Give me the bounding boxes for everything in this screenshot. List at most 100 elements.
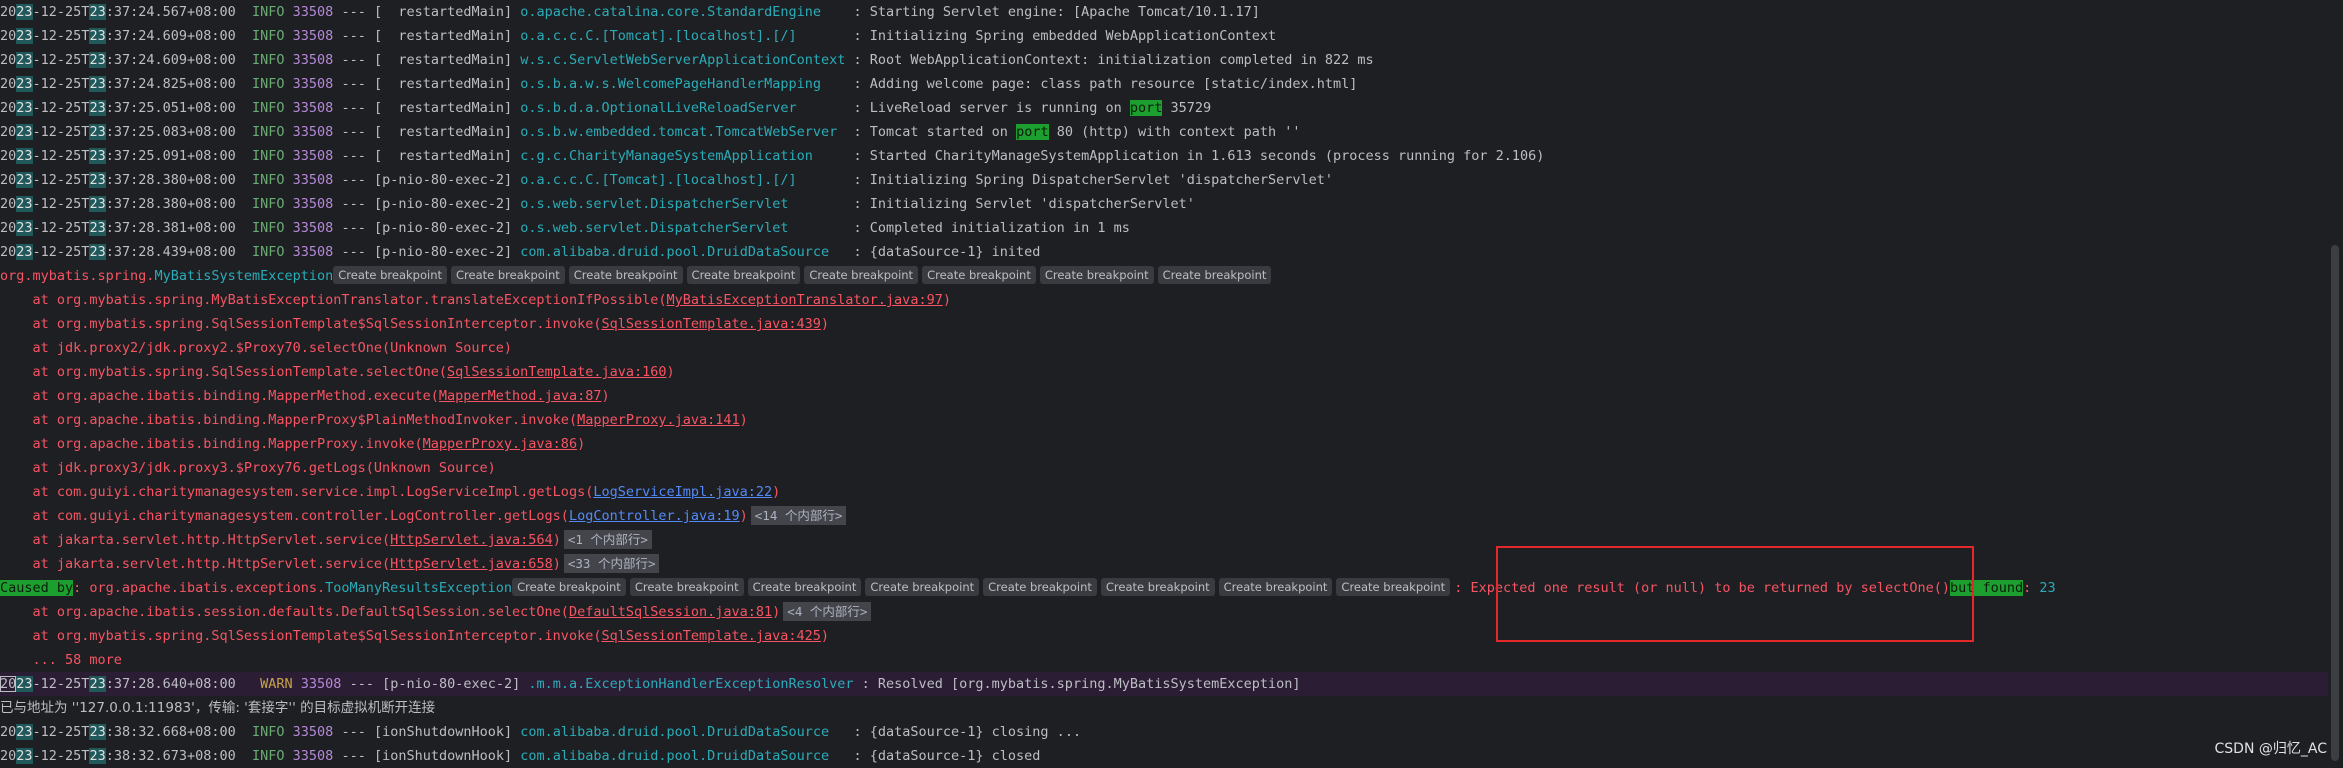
logger-name: o.s.b.d.a.OptionalLiveReloadServer (520, 100, 846, 116)
stack-frame-end: ) (666, 364, 675, 380)
stack-trace-line: at org.apache.ibatis.session.defaults.De… (0, 600, 2328, 624)
stack-frame: at org.apache.ibatis.session.defaults.De… (0, 604, 569, 620)
create-breakpoint-button[interactable]: Create breakpoint (865, 578, 980, 596)
source-link[interactable]: MapperProxy.java:86 (423, 436, 577, 452)
log-level: INFO (252, 76, 285, 92)
separator: : (845, 4, 870, 20)
timestamp-time: :37:28.380+08:00 (105, 196, 253, 212)
search-highlight: port (1016, 124, 1049, 140)
create-breakpoint-button[interactable]: Create breakpoint (568, 266, 683, 284)
log-line: 2023-12-25T23:37:24.567+08:00 INFO 33508… (0, 0, 2328, 24)
timestamp-hour-hl: 23 (89, 196, 106, 212)
create-breakpoint-button[interactable]: Create breakpoint (1218, 578, 1333, 596)
thread-name: --- [ restartedMain] (333, 148, 521, 164)
source-link[interactable]: MapperMethod.java:87 (439, 388, 602, 404)
folded-lines-toggle[interactable]: <4 个内部行> (783, 601, 872, 621)
stack-frame: ... 58 more (0, 652, 122, 668)
timestamp-date: -12-25T (32, 124, 90, 140)
source-link[interactable]: HttpServlet.java:564 (390, 532, 553, 548)
source-link[interactable]: MapperProxy.java:141 (577, 412, 740, 428)
separator: : (845, 28, 870, 44)
create-breakpoint-button[interactable]: Create breakpoint (922, 266, 1036, 284)
result-count: 23 (2039, 580, 2056, 596)
folded-lines-toggle[interactable]: <1 个内部行> (563, 529, 652, 549)
log-line: 2023-12-25T23:37:28.380+08:00 INFO 33508… (0, 192, 2328, 216)
separator: : (845, 76, 870, 92)
log-level: INFO (252, 244, 285, 260)
vertical-scrollbar[interactable] (2331, 245, 2339, 761)
timestamp-year: 20 (0, 724, 17, 740)
stack-trace-line: at jdk.proxy3/jdk.proxy3.$Proxy76.getLog… (0, 456, 2328, 480)
log-line: 2023-12-25T23:37:25.051+08:00 INFO 33508… (0, 96, 2328, 120)
stack-frame-end: ) (942, 292, 951, 308)
create-breakpoint-button[interactable]: Create breakpoint (512, 578, 626, 596)
disconnect-text: 已与地址为 ''127.0.0.1:11983'，传输: '套接字'' 的目标虚… (0, 700, 436, 716)
timestamp-year-hl: 23 (16, 52, 33, 68)
source-link[interactable]: SqlSessionTemplate.java:160 (447, 364, 666, 380)
stack-frame-end: ) (772, 484, 781, 500)
watermark: CSDN @归忆_AC (2214, 741, 2327, 757)
timestamp-hour-hl: 23 (89, 676, 106, 692)
create-breakpoint-button[interactable]: Create breakpoint (804, 266, 919, 284)
folded-lines-toggle[interactable]: <33 个内部行> (563, 553, 660, 573)
thread-name: --- [ restartedMain] (333, 124, 521, 140)
timestamp-year: 20 (0, 28, 17, 44)
stack-frame: at org.apache.ibatis.binding.MapperProxy… (0, 412, 578, 428)
thread-name: --- [ restartedMain] (333, 28, 521, 44)
source-link[interactable]: HttpServlet.java:658 (390, 556, 553, 572)
log-message: Initializing Servlet 'dispatcherServlet' (869, 196, 1195, 212)
separator: : (845, 220, 870, 236)
stack-trace-line: at com.guiyi.charitymanagesystem.control… (0, 504, 2328, 528)
stack-frame: at org.mybatis.spring.MyBatisExceptionTr… (0, 292, 667, 308)
folded-lines-toggle[interactable]: <14 个内部行> (750, 505, 847, 525)
timestamp-year-hl: 23 (16, 4, 33, 20)
timestamp-time: :37:24.825+08:00 (105, 76, 253, 92)
process-id: 33508 (284, 52, 334, 68)
run-console[interactable]: 2023-12-25T23:37:24.567+08:00 INFO 33508… (0, 0, 2328, 764)
thread-name: --- [ restartedMain] (333, 52, 521, 68)
source-link[interactable]: LogController.java:19 (569, 508, 740, 524)
source-link[interactable]: SqlSessionTemplate.java:439 (601, 316, 820, 332)
separator: : (845, 52, 870, 68)
create-breakpoint-button[interactable]: Create breakpoint (686, 266, 801, 284)
stack-frame-end: ) (820, 628, 830, 644)
log-message: 80 (http) with context path '' (1048, 124, 1301, 140)
create-breakpoint-button[interactable]: Create breakpoint (1100, 578, 1215, 596)
create-breakpoint-button[interactable]: Create breakpoint (747, 578, 862, 596)
disconnect-message: 已与地址为 ''127.0.0.1:11983'，传输: '套接字'' 的目标虚… (0, 696, 2328, 720)
log-message: {dataSource-1} closed (869, 748, 1041, 764)
create-breakpoint-button[interactable]: Create breakpoint (983, 578, 1097, 596)
create-breakpoint-button[interactable]: Create breakpoint (1039, 266, 1154, 284)
process-id: 33508 (284, 748, 334, 764)
timestamp-hour-hl: 23 (89, 724, 106, 740)
source-link[interactable]: LogServiceImpl.java:22 (593, 484, 772, 500)
separator: : (845, 172, 870, 188)
logger-name: .m.m.a.ExceptionHandlerExceptionResolver (528, 676, 854, 692)
create-breakpoint-button[interactable]: Create breakpoint (629, 578, 744, 596)
separator: : (845, 748, 870, 764)
create-breakpoint-button[interactable]: Create breakpoint (333, 266, 448, 284)
timestamp-year-hl: 23 (16, 244, 33, 260)
cause-class: TooManyResultsException (325, 580, 513, 596)
log-message: Initializing Spring DispatcherServlet 'd… (869, 172, 1334, 188)
create-breakpoint-button[interactable]: Create breakpoint (1157, 266, 1272, 284)
timestamp-date: -12-25T (32, 28, 90, 44)
log-line: 2023-12-25T23:37:24.609+08:00 INFO 33508… (0, 24, 2328, 48)
source-link[interactable]: SqlSessionTemplate.java:425 (601, 628, 820, 644)
timestamp-date: -12-25T (32, 748, 90, 764)
log-line: 2023-12-25T23:37:25.083+08:00 INFO 33508… (0, 120, 2328, 144)
stack-frame-end: ) (739, 508, 748, 524)
log-level: INFO (252, 28, 285, 44)
timestamp-hour-hl: 23 (89, 172, 106, 188)
create-breakpoint-button[interactable]: Create breakpoint (1336, 578, 1451, 596)
process-id: 33508 (284, 244, 334, 260)
log-message: {dataSource-1} inited (869, 244, 1041, 260)
logger-name: o.s.web.servlet.DispatcherServlet (520, 196, 846, 212)
source-link[interactable]: DefaultSqlSession.java:81 (569, 604, 772, 620)
create-breakpoint-button[interactable]: Create breakpoint (451, 266, 565, 284)
log-level: INFO (252, 220, 285, 236)
process-id: 33508 (284, 100, 334, 116)
thread-name: --- [p-nio-80-exec-2] (333, 220, 521, 236)
source-link[interactable]: MyBatisExceptionTranslator.java:97 (666, 292, 942, 308)
log-line: 2023-12-25T23:38:32.668+08:00 INFO 33508… (0, 720, 2328, 744)
